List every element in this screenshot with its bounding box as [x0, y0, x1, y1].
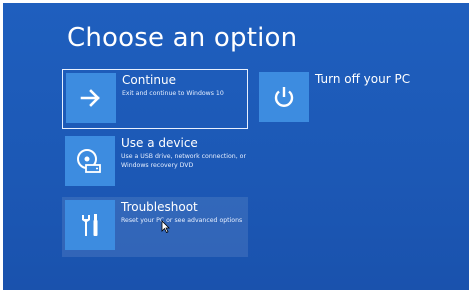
turn-off-option[interactable]: Turn off your PC	[256, 69, 410, 129]
troubleshoot-label: Troubleshoot	[121, 200, 198, 214]
disc-drive-icon	[77, 149, 101, 173]
continue-label: Continue	[122, 73, 176, 87]
arrow-right-icon	[80, 89, 100, 107]
tools-icon	[82, 214, 98, 236]
continue-option[interactable]: Continue Exit and continue to Windows 10	[62, 69, 248, 129]
troubleshoot-description: Reset your PC or see advanced options	[121, 217, 243, 224]
continue-tile	[66, 73, 116, 123]
turn-off-label: Turn off your PC	[315, 72, 411, 86]
page-title: Choose an option	[67, 23, 298, 53]
power-icon	[274, 87, 294, 107]
troubleshoot-option[interactable]: Troubleshoot Reset your PC or see advanc…	[62, 197, 248, 257]
troubleshoot-tile	[65, 200, 115, 250]
use-device-description: Use a USB drive, network connection, or …	[121, 153, 246, 169]
recovery-screen: Choose an option Continue Exit and conti…	[3, 3, 469, 290]
continue-description: Exit and continue to Windows 10	[122, 90, 224, 97]
mouse-cursor-icon	[161, 220, 170, 233]
use-device-label: Use a device	[121, 136, 198, 150]
turn-off-tile	[259, 72, 309, 122]
use-device-option[interactable]: Use a device Use a USB drive, network co…	[62, 133, 248, 193]
use-device-tile	[65, 136, 115, 186]
